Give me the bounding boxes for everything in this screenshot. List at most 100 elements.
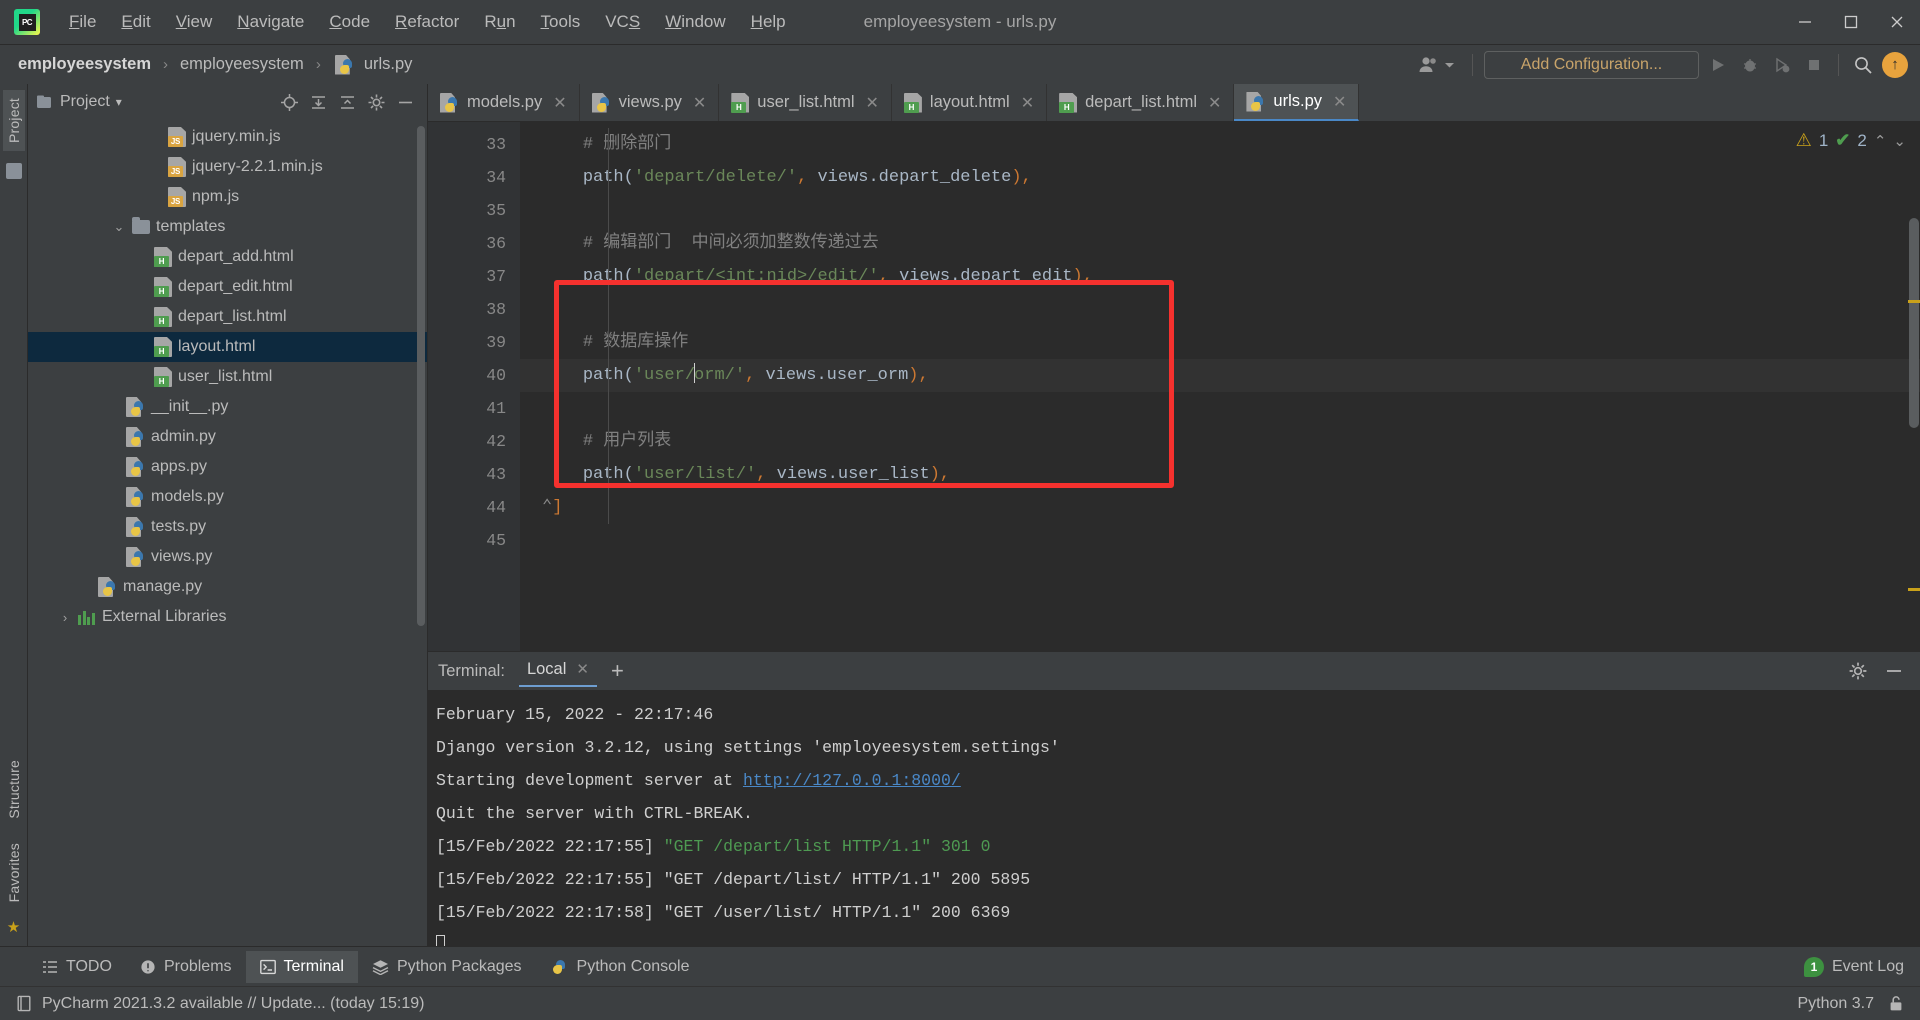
next-highlight-icon[interactable]: ⌄ bbox=[1893, 132, 1906, 150]
menu-vcs[interactable]: VCS bbox=[594, 8, 651, 36]
code-text-area[interactable]: # 删除部门 path('depart/delete/', views.depa… bbox=[520, 122, 1920, 651]
close-icon[interactable]: ✕ bbox=[1208, 93, 1221, 113]
project-file-tree[interactable]: JS jquery.min.js JS jquery-2.2.1.min.js … bbox=[28, 120, 427, 946]
tree-item-admin-py[interactable]: admin.py bbox=[28, 422, 427, 452]
tree-item-tests-py[interactable]: tests.py bbox=[28, 512, 427, 542]
menu-code[interactable]: Code bbox=[318, 8, 381, 36]
chevron-down-icon[interactable]: ▾ bbox=[116, 95, 122, 109]
menu-run[interactable]: Run bbox=[473, 8, 526, 36]
menu-view[interactable]: View bbox=[165, 8, 224, 36]
tree-item-depart-list-html[interactable]: H depart_list.html bbox=[28, 302, 427, 332]
tree-item-depart-add-html[interactable]: H depart_add.html bbox=[28, 242, 427, 272]
account-menu-button[interactable] bbox=[1412, 51, 1461, 79]
avatar[interactable]: ↑ bbox=[1882, 51, 1908, 78]
line-number: 44 bbox=[486, 498, 506, 517]
terminal-line: Starting development server at http://12… bbox=[436, 764, 1920, 797]
sidebar-tab-structure[interactable]: Structure bbox=[3, 752, 25, 827]
close-icon[interactable]: ✕ bbox=[1333, 92, 1346, 112]
sidebar-tab-project[interactable]: Project bbox=[2, 90, 25, 151]
menu-tools[interactable]: Tools bbox=[530, 8, 592, 36]
add-configuration-button[interactable]: Add Configuration... bbox=[1484, 50, 1699, 79]
breadcrumb-item-module[interactable]: employeesystem bbox=[176, 53, 308, 76]
editor-scrollbar[interactable] bbox=[1909, 218, 1919, 428]
status-bar-right: Python 3.7 bbox=[1798, 995, 1905, 1013]
event-log-button[interactable]: 1 Event Log bbox=[1803, 956, 1920, 977]
tree-item-label: views.py bbox=[151, 548, 213, 565]
server-url-link[interactable]: http://127.0.0.1:8000/ bbox=[743, 771, 961, 790]
maximize-button[interactable] bbox=[1828, 0, 1874, 44]
tree-item-templates[interactable]: ⌄ templates bbox=[28, 212, 427, 242]
tool-button-problems[interactable]: Problems bbox=[126, 951, 246, 983]
breadcrumb-item-file[interactable]: urls.py bbox=[360, 53, 417, 76]
close-icon[interactable]: ✕ bbox=[553, 93, 566, 113]
tab-models-py[interactable]: models.py ✕ bbox=[428, 84, 580, 121]
terminal-tab-local[interactable]: Local ✕ bbox=[518, 656, 597, 687]
menu-file[interactable]: File bbox=[58, 8, 107, 36]
sidebar-tab-favorites[interactable]: Favorites bbox=[3, 835, 25, 910]
code-punct: , bbox=[878, 267, 889, 286]
tool-button-terminal[interactable]: Terminal bbox=[245, 950, 358, 983]
tree-item-layout-html[interactable]: H layout.html bbox=[28, 332, 427, 362]
search-icon[interactable] bbox=[1850, 52, 1876, 78]
expand-all-icon[interactable] bbox=[309, 93, 328, 112]
tab-layout-html[interactable]: H layout.html ✕ bbox=[892, 84, 1048, 121]
terminal-line: [15/Feb/2022 22:17:55] "GET /depart/list… bbox=[436, 870, 1031, 889]
locate-target-icon[interactable] bbox=[280, 93, 299, 112]
gear-icon[interactable] bbox=[1848, 661, 1868, 681]
run-button[interactable] bbox=[1705, 52, 1731, 78]
run-with-coverage-button[interactable] bbox=[1769, 52, 1795, 78]
stop-button[interactable] bbox=[1801, 52, 1827, 78]
tree-item-init-py[interactable]: __init__.py bbox=[28, 392, 427, 422]
tool-button-todo[interactable]: TODO bbox=[28, 951, 126, 983]
minimize-button[interactable] bbox=[1782, 0, 1828, 44]
tree-item-models-py[interactable]: models.py bbox=[28, 482, 427, 512]
menu-refactor[interactable]: Refactor bbox=[384, 8, 470, 36]
tree-item-npm-js[interactable]: JS npm.js bbox=[28, 182, 427, 212]
tab-urls-py[interactable]: urls.py ✕ bbox=[1234, 84, 1360, 121]
hide-panel-icon[interactable] bbox=[396, 93, 415, 112]
tab-views-py[interactable]: views.py ✕ bbox=[580, 84, 720, 121]
gear-icon[interactable] bbox=[367, 93, 386, 112]
chevron-down-icon[interactable]: ⌄ bbox=[112, 219, 126, 235]
menu-navigate[interactable]: Navigate bbox=[226, 8, 315, 36]
structure-mini-icon[interactable] bbox=[5, 162, 22, 179]
menu-window[interactable]: Window bbox=[654, 8, 736, 36]
tree-item-views-py[interactable]: views.py bbox=[28, 542, 427, 572]
tab-label: views.py bbox=[618, 93, 682, 111]
tree-item-external-libraries[interactable]: › External Libraries bbox=[28, 602, 427, 632]
tool-button-python-packages[interactable]: Python Packages bbox=[358, 951, 536, 983]
menu-help[interactable]: Help bbox=[740, 8, 797, 36]
tree-item-jquery-min-js[interactable]: JS jquery.min.js bbox=[28, 122, 427, 152]
status-message[interactable]: PyCharm 2021.3.2 available // Update... … bbox=[42, 995, 424, 1013]
code-string: orm/' bbox=[694, 366, 746, 385]
close-icon[interactable]: ✕ bbox=[693, 93, 706, 113]
update-notification-icon[interactable] bbox=[16, 995, 32, 1012]
tree-item-apps-py[interactable]: apps.py bbox=[28, 452, 427, 482]
tree-item-depart-edit-html[interactable]: H depart_edit.html bbox=[28, 272, 427, 302]
tree-item-jquery-221-min-js[interactable]: JS jquery-2.2.1.min.js bbox=[28, 152, 427, 182]
unlocked-icon[interactable] bbox=[1888, 995, 1904, 1012]
debug-button[interactable] bbox=[1737, 52, 1763, 78]
breadcrumb-item-project[interactable]: employeesystem bbox=[14, 53, 155, 76]
project-tree-scrollbar[interactable] bbox=[417, 126, 425, 626]
terminal-output[interactable]: February 15, 2022 - 22:17:46 Django vers… bbox=[428, 690, 1920, 946]
tool-button-python-console[interactable]: Python Console bbox=[536, 951, 704, 983]
close-icon[interactable]: ✕ bbox=[1021, 93, 1034, 113]
toolbar-right: Add Configuration... ↑ bbox=[1412, 50, 1920, 79]
menu-edit[interactable]: Edit bbox=[110, 8, 161, 36]
collapse-all-icon[interactable] bbox=[338, 93, 357, 112]
terminal-label: Terminal: bbox=[438, 661, 505, 680]
close-icon[interactable]: ✕ bbox=[866, 93, 879, 113]
new-terminal-button[interactable]: + bbox=[611, 660, 624, 682]
previous-highlight-icon[interactable]: ⌃ bbox=[1874, 132, 1887, 150]
inspection-widget[interactable]: ⚠ 1 ✔ 2 ⌃ ⌄ bbox=[1796, 130, 1906, 151]
tree-item-user-list-html[interactable]: H user_list.html bbox=[28, 362, 427, 392]
close-button[interactable] bbox=[1874, 0, 1920, 44]
close-icon[interactable]: ✕ bbox=[576, 660, 589, 678]
tree-item-manage-py[interactable]: manage.py bbox=[28, 572, 427, 602]
tab-user-list-html[interactable]: H user_list.html ✕ bbox=[719, 84, 892, 121]
tab-depart-list-html[interactable]: H depart_list.html ✕ bbox=[1047, 84, 1235, 121]
hide-panel-icon[interactable] bbox=[1884, 661, 1904, 681]
chevron-right-icon[interactable]: › bbox=[58, 610, 72, 625]
python-interpreter-label[interactable]: Python 3.7 bbox=[1798, 995, 1875, 1013]
